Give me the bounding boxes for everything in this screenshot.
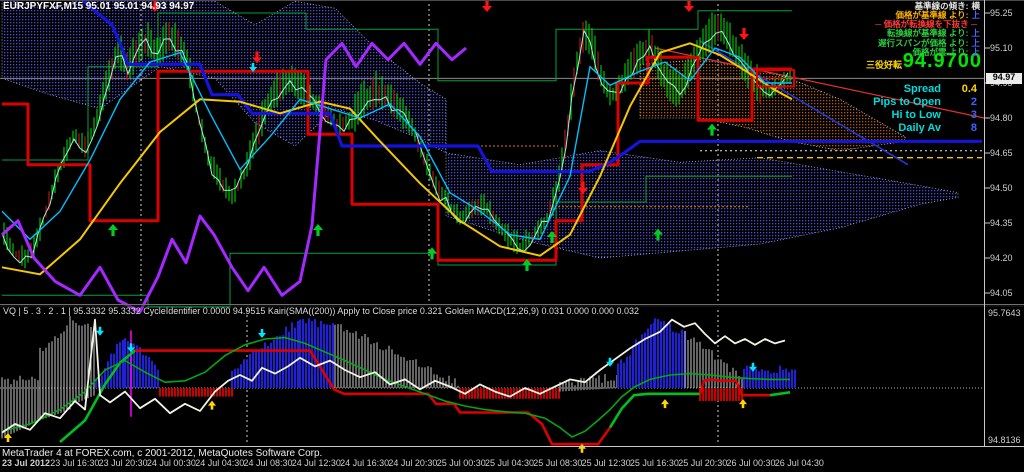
time-axis-label: 23 Jul 2012 — [2, 458, 51, 468]
ichimoku-status-row: 遅行スパンが価格 より: 上 — [878, 37, 980, 48]
info-row-spread: Spread 0.4 — [903, 83, 977, 95]
time-axis-label: 24 Jul 00:30 — [146, 458, 196, 468]
price-axis-tick: 94.65 — [990, 147, 1013, 158]
time-axis-label: 24 Jul 20:30 — [388, 458, 438, 468]
info-row-hi-to-low: Hi to Low 3 — [891, 109, 978, 121]
time-axis-label: 26 Jul 00:30 — [726, 458, 776, 468]
time-axis-label: 25 Jul 04:30 — [485, 458, 535, 468]
time-axis-label: 23 Jul 16:30 — [50, 458, 100, 468]
time-axis-label: 25 Jul 20:30 — [678, 458, 728, 468]
time-axis-label: 24 Jul 04:30 — [195, 458, 245, 468]
mt4-chart-window: EURJPYFXF,M15 95.01 95.01 94.93 94.97 三役… — [0, 0, 1024, 472]
info-row-daily-av: Daily Av 8 — [898, 122, 977, 134]
current-price-axis-tag: 94.97 — [986, 72, 1022, 84]
price-chart-canvas[interactable] — [0, 0, 1024, 472]
ichimoku-signal-label: 三役好転 — [865, 60, 902, 70]
symbol-title: EURJPYFXF,M15 95.01 95.01 94.93 94.97 — [3, 1, 195, 12]
indicator-axis-bottom: 94.8136 — [988, 435, 1021, 445]
price-axis-tick: 94.50 — [990, 182, 1013, 193]
indicator-axis-top: 95.7643 — [988, 308, 1021, 318]
ichimoku-status-row: 基準線の傾き: 横 — [914, 0, 980, 11]
time-axis-label: 26 Jul 04:30 — [774, 458, 824, 468]
time-axis-label: 25 Jul 12:30 — [581, 458, 631, 468]
ichimoku-status-row: 転換線が基準線 より: 上 — [886, 28, 980, 39]
price-axis-tick: 95.10 — [990, 42, 1013, 53]
time-axis-label: 23 Jul 20:30 — [98, 458, 148, 468]
time-axis-label: 24 Jul 08:30 — [243, 458, 293, 468]
ichimoku-status-row: 価格が基準線 より: 上 — [895, 9, 980, 20]
ichimoku-status-row: ─ 価格が転換線を下抜き ─ — [875, 19, 977, 30]
time-axis-label: 24 Jul 12:30 — [291, 458, 341, 468]
time-axis-label: 24 Jul 16:30 — [340, 458, 390, 468]
price-axis-tick: 94.80 — [990, 112, 1013, 123]
price-axis-tick: 95.25 — [990, 8, 1013, 18]
price-axis-tick: 94.20 — [990, 252, 1013, 263]
info-row-pips-to-open: Pips to Open 2 — [873, 96, 977, 108]
ichimoku-status-row: 価格が雲 より: 上 — [912, 47, 980, 57]
time-axis-label: 25 Jul 08:30 — [533, 458, 583, 468]
time-axis-label: 25 Jul 00:30 — [436, 458, 486, 468]
price-axis-tick: 94.35 — [990, 217, 1013, 228]
time-axis-label: 25 Jul 16:30 — [629, 458, 679, 468]
price-axis-tick: 94.05 — [990, 287, 1013, 298]
indicator-window-header: VQ | 5 . 3 . 2 . 1 | 95.3332 95.3332 Cyc… — [3, 306, 640, 316]
